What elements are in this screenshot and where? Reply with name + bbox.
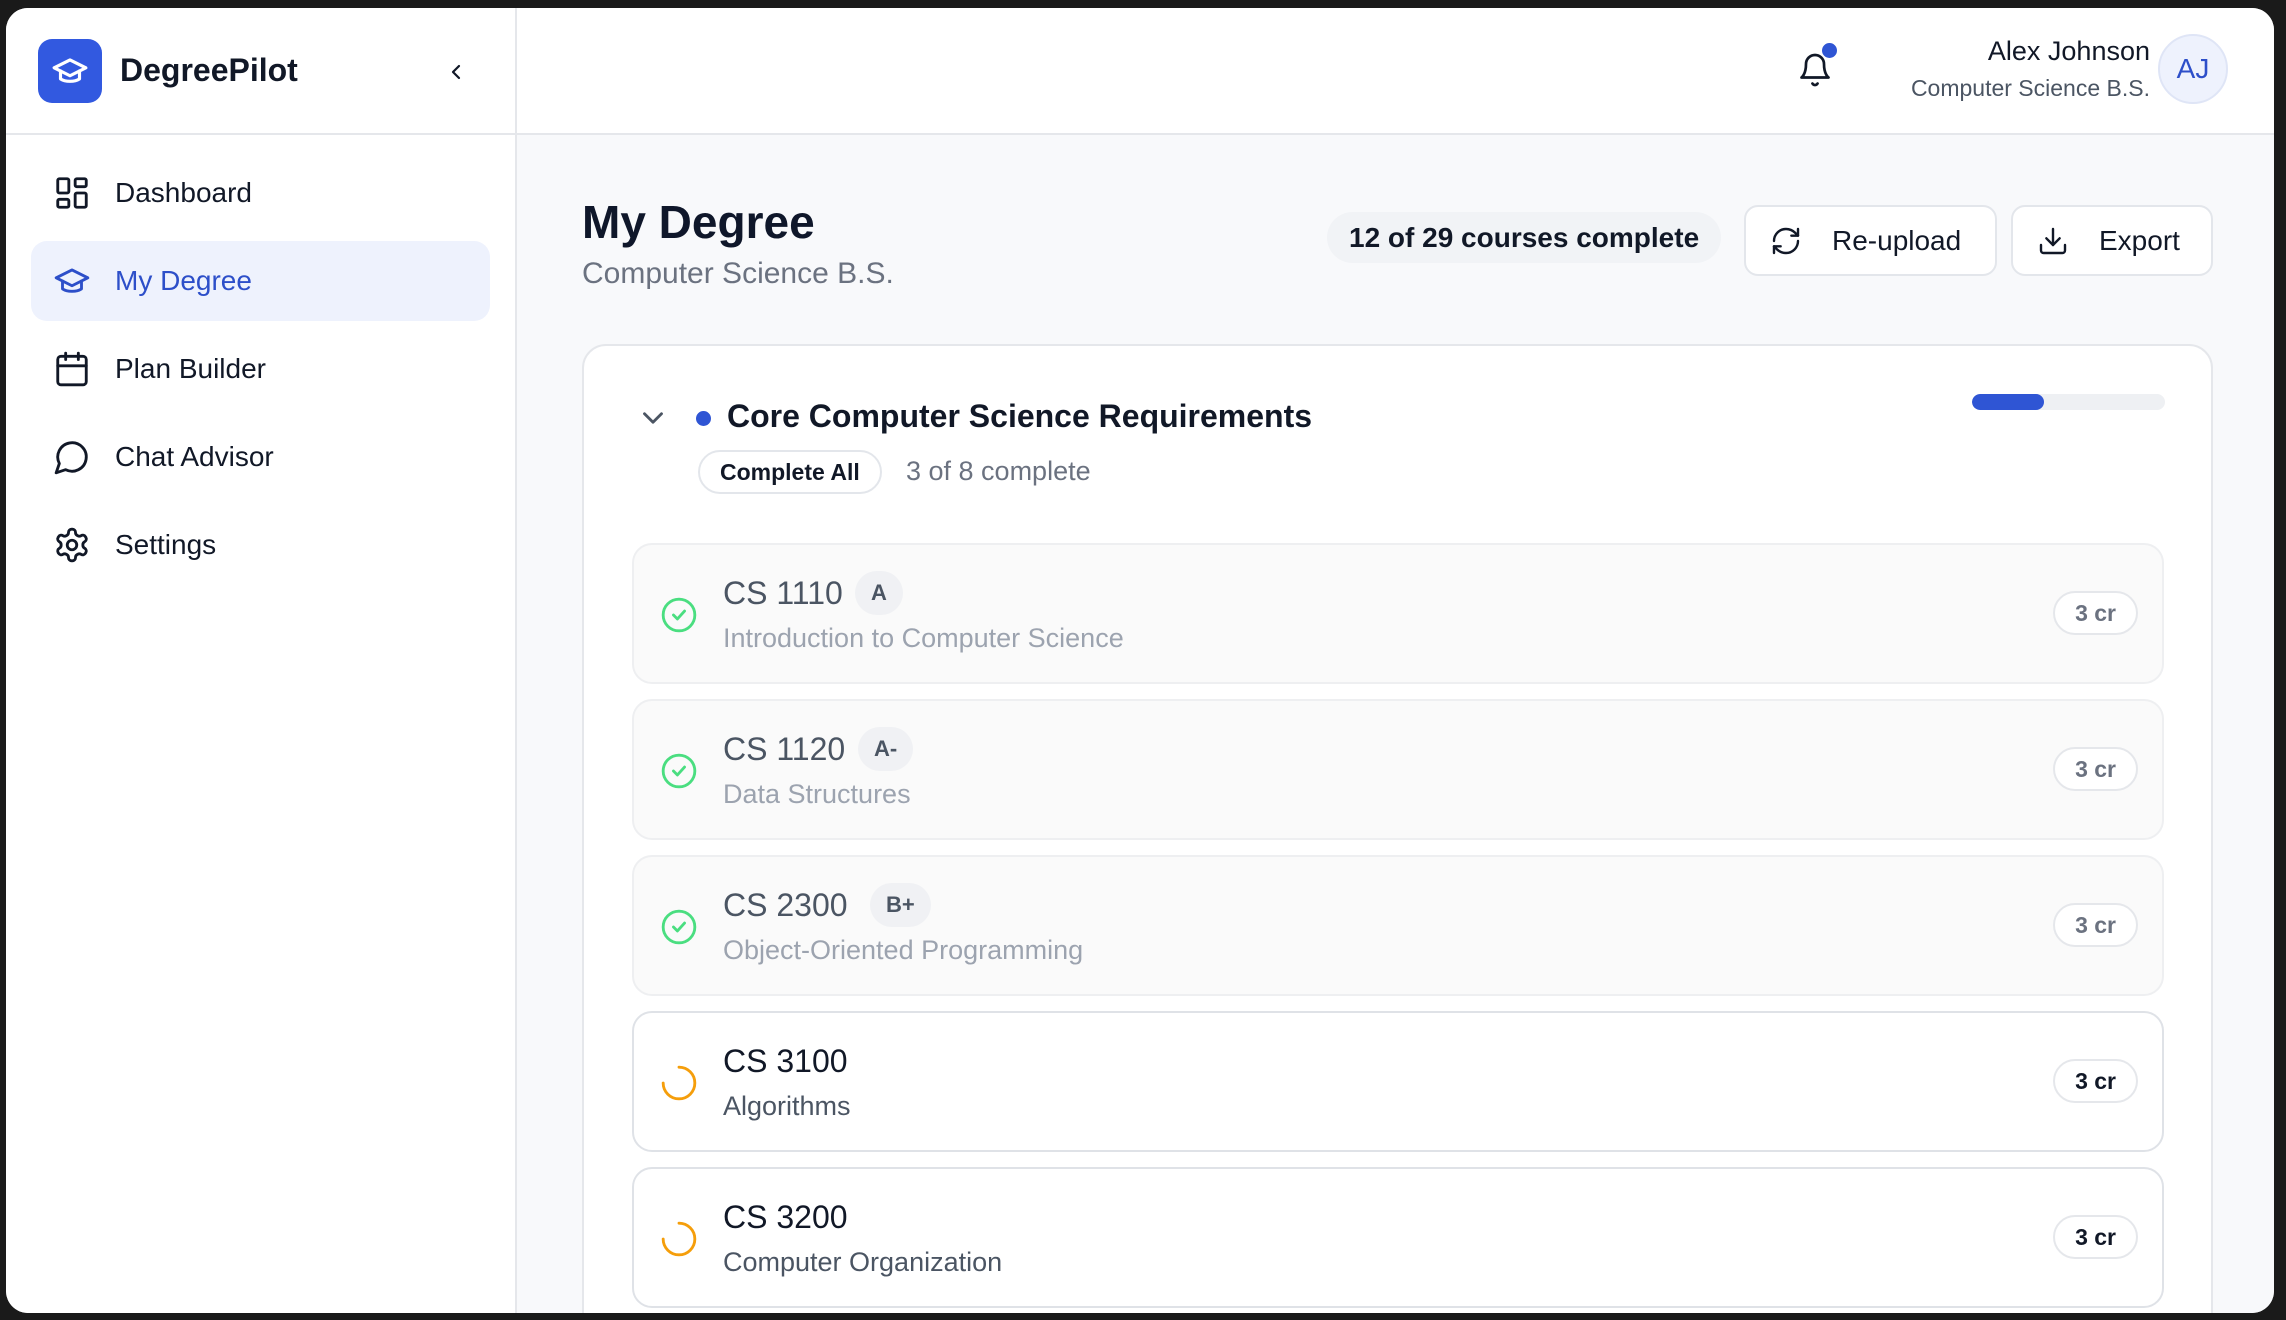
sidebar-item-label: Chat Advisor: [115, 441, 274, 472]
collapse-requirement-button[interactable]: [636, 401, 670, 435]
main-content: My Degree Computer Science B.S. 12 of 29…: [517, 135, 2274, 1313]
course-row[interactable]: CS 2300 B+ Object-Oriented Programming 3…: [632, 855, 2164, 996]
course-code: CS 2300: [723, 887, 848, 923]
user-program: Computer Science B.S.: [1910, 75, 2150, 101]
requirement-progress-bar: [1972, 394, 2165, 410]
export-button[interactable]: Export: [2011, 205, 2213, 276]
gear-icon: [52, 525, 92, 565]
page-subtitle: Computer Science B.S.: [582, 257, 894, 290]
sidebar: DegreePilot Dashboard My Degree Plan Bui…: [6, 8, 517, 1313]
refresh-icon: [1772, 227, 1800, 254]
course-name: Computer Organization: [723, 1247, 1003, 1277]
sidebar-item-label: Settings: [115, 529, 217, 560]
page-title: My Degree: [582, 196, 815, 248]
reupload-label: Re-upload: [1832, 224, 1962, 256]
app-window: DegreePilot Dashboard My Degree Plan Bui…: [6, 8, 2274, 1313]
brand: DegreePilot: [6, 8, 515, 135]
sidebar-item-label: Dashboard: [115, 177, 252, 208]
course-name: Data Structures: [723, 779, 911, 809]
sidebar-item-my-degree[interactable]: My Degree: [31, 241, 490, 321]
calendar-icon: [52, 349, 92, 389]
credits-badge: 3 cr: [2053, 591, 2138, 635]
sidebar-nav: Dashboard My Degree Plan Builder Chat Ad…: [6, 135, 515, 611]
course-name: Introduction to Computer Science: [723, 623, 1124, 653]
check-circle-icon: [661, 909, 697, 945]
in-progress-spinner-icon: [661, 1221, 697, 1257]
dashboard-icon: [52, 173, 92, 213]
sidebar-item-dashboard[interactable]: Dashboard: [31, 153, 490, 233]
collapse-sidebar-button[interactable]: [436, 52, 476, 92]
course-row[interactable]: CS 3200 Computer Organization 3 cr: [632, 1167, 2164, 1308]
export-label: Export: [2099, 224, 2180, 256]
course-code: CS 1110: [723, 575, 843, 611]
credits-badge: 3 cr: [2053, 1059, 2138, 1103]
grade-badge: A: [855, 571, 903, 615]
credits-badge: 3 cr: [2053, 747, 2138, 791]
check-circle-icon: [661, 597, 697, 633]
chat-bubble-icon: [52, 437, 92, 477]
requirement-status-dot: [696, 411, 711, 426]
courses-progress-badge: 12 of 29 courses complete: [1327, 212, 1722, 263]
course-row[interactable]: CS 1120 A- Data Structures 3 cr: [632, 699, 2164, 840]
user-info[interactable]: Alex Johnson Computer Science B.S.: [1911, 36, 2150, 102]
course-code: CS 3200: [723, 1199, 848, 1235]
reupload-button[interactable]: Re-upload: [1744, 205, 1997, 276]
course-code: CS 1120: [723, 731, 846, 767]
complete-all-button[interactable]: Complete All: [698, 450, 882, 494]
course-row[interactable]: CS 1110 A Introduction to Computer Scien…: [632, 543, 2164, 684]
credits-badge: 3 cr: [2053, 1215, 2138, 1259]
notification-dot: [1822, 43, 1837, 58]
graduation-cap-logo-icon: [38, 38, 102, 103]
grade-badge: A-: [858, 727, 914, 771]
sidebar-item-chat-advisor[interactable]: Chat Advisor: [31, 417, 490, 497]
requirement-count: 3 of 8 complete: [906, 456, 1091, 486]
requirement-title: Core Computer Science Requirements: [727, 398, 1313, 434]
user-name: Alex Johnson: [1987, 36, 2150, 66]
course-row[interactable]: CS 3100 Algorithms 3 cr: [632, 1011, 2164, 1152]
credits-badge: 3 cr: [2053, 903, 2138, 947]
course-name: Algorithms: [723, 1091, 851, 1121]
app-name: DegreePilot: [120, 52, 298, 88]
requirement-card: Core Computer Science Requirements Compl…: [582, 344, 2213, 1313]
course-name: Object-Oriented Programming: [723, 935, 1084, 965]
sidebar-item-label: Plan Builder: [115, 353, 266, 384]
avatar[interactable]: AJ: [2158, 34, 2228, 104]
grade-badge: B+: [870, 883, 931, 927]
topbar: Alex Johnson Computer Science B.S. AJ: [517, 8, 2274, 135]
graduation-cap-icon: [52, 261, 92, 301]
check-circle-icon: [661, 753, 697, 789]
requirement-progress-fill: [1972, 394, 2045, 410]
sidebar-item-plan-builder[interactable]: Plan Builder: [31, 329, 490, 409]
download-icon: [2039, 227, 2067, 254]
sidebar-item-label: My Degree: [115, 265, 252, 296]
in-progress-spinner-icon: [661, 1065, 697, 1101]
chevron-left-icon: [451, 64, 461, 80]
sidebar-item-settings[interactable]: Settings: [31, 505, 490, 585]
chevron-down-icon: [643, 412, 663, 424]
course-code: CS 3100: [723, 1043, 848, 1079]
